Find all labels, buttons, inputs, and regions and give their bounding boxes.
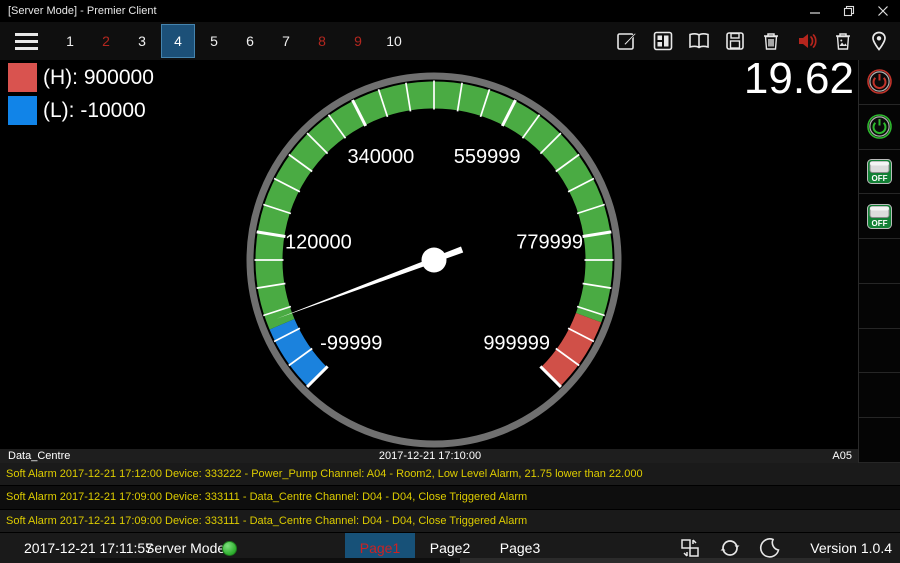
alarm-row-1[interactable]: Soft Alarm 2017-12-21 17:12:00 Device: 3… xyxy=(0,463,900,486)
delete-button[interactable] xyxy=(753,22,789,60)
gauge-panel: (H): 900000 (L): -10000 19.62 -99999 1200… xyxy=(0,60,858,463)
power-on-button[interactable] xyxy=(859,105,900,150)
page-button-3[interactable]: 3 xyxy=(125,24,159,58)
rocker-off-icon: OFF xyxy=(866,203,893,230)
scrollbar-thumb[interactable] xyxy=(460,558,830,563)
close-icon xyxy=(877,5,889,17)
sync-icon xyxy=(718,536,742,560)
titlebar: [Server Mode] - Premier Client xyxy=(0,0,900,22)
clear-archive-icon xyxy=(832,30,854,52)
gauge-footer: Data_Centre 2017-12-21 17:10:00 A05 xyxy=(0,449,858,463)
page-button-2[interactable]: 2 xyxy=(89,24,123,58)
sidebar-cell-7 xyxy=(859,329,900,374)
clock: 2017-12-21 17:11:57 xyxy=(24,540,153,556)
location-icon xyxy=(868,30,890,52)
svg-text:779999: 779999 xyxy=(516,232,583,254)
toolbar: 12345678910 xyxy=(0,22,900,60)
toggle-switch-1[interactable]: OFF xyxy=(859,150,900,195)
close-button[interactable] xyxy=(866,0,900,22)
hamburger-icon xyxy=(15,33,38,36)
high-limit-label: (H): 900000 xyxy=(43,66,154,90)
sound-alarm-button[interactable] xyxy=(789,22,825,60)
page-button-4[interactable]: 4 xyxy=(161,24,195,58)
minimize-button[interactable] xyxy=(798,0,832,22)
page-button-1[interactable]: 1 xyxy=(53,24,87,58)
reading-timestamp: 2017-12-21 17:10:00 xyxy=(379,450,481,462)
menu-button[interactable] xyxy=(0,22,52,60)
alarm-list: Soft Alarm 2017-12-21 17:12:00 Device: 3… xyxy=(0,463,900,533)
page-button-6[interactable]: 6 xyxy=(233,24,267,58)
night-mode-icon xyxy=(759,537,781,559)
edit-button[interactable] xyxy=(609,22,645,60)
alarm-row-3[interactable]: Soft Alarm 2017-12-21 17:09:00 Device: 3… xyxy=(0,510,900,533)
power-off-button[interactable] xyxy=(859,60,900,105)
trash-icon xyxy=(760,30,782,52)
location-button[interactable] xyxy=(861,22,897,60)
statusbar: 2017-12-21 17:11:57 Server Mode Page1Pag… xyxy=(0,533,900,563)
legend-high: (H): 900000 xyxy=(8,63,154,92)
low-limit-swatch xyxy=(8,96,37,125)
speaker-icon xyxy=(795,30,819,52)
rocker-off-icon: OFF xyxy=(866,158,893,185)
page-button-8[interactable]: 8 xyxy=(305,24,339,58)
clear-archive-button[interactable] xyxy=(825,22,861,60)
app-window: [Server Mode] - Premier Client 123456789… xyxy=(0,0,900,563)
save-icon xyxy=(724,30,746,52)
minimize-icon xyxy=(809,5,821,17)
gauge-legend: (H): 900000 (L): -10000 xyxy=(8,63,154,129)
svg-text:999999: 999999 xyxy=(483,333,550,355)
page-button-10[interactable]: 10 xyxy=(377,24,411,58)
sidebar-cell-5 xyxy=(859,239,900,284)
server-mode-label: Server Mode xyxy=(145,540,225,556)
version-label: Version 1.0.4 xyxy=(810,540,892,556)
book-icon xyxy=(687,30,711,52)
dashboard-button[interactable] xyxy=(645,22,681,60)
svg-text:-99999: -99999 xyxy=(320,333,382,355)
page-button-7[interactable]: 7 xyxy=(269,24,303,58)
svg-text:340000: 340000 xyxy=(348,146,415,168)
sidebar-cell-9 xyxy=(859,418,900,463)
restore-icon xyxy=(843,5,855,17)
svg-text:559999: 559999 xyxy=(454,146,521,168)
main-panel: (H): 900000 (L): -10000 19.62 -99999 1200… xyxy=(0,60,900,463)
log-book-button[interactable] xyxy=(681,22,717,60)
channel-id: A05 xyxy=(481,450,858,462)
svg-text:120000: 120000 xyxy=(285,232,352,254)
page-buttons: 12345678910 xyxy=(52,22,412,60)
device-name: Data_Centre xyxy=(0,450,379,462)
horizontal-scrollbar[interactable] xyxy=(90,558,830,563)
window-title: [Server Mode] - Premier Client xyxy=(0,5,798,17)
page-button-5[interactable]: 5 xyxy=(197,24,231,58)
edit-icon xyxy=(616,30,638,52)
high-limit-swatch xyxy=(8,63,37,92)
control-sidebar: OFF OFF xyxy=(858,60,900,463)
svg-text:OFF: OFF xyxy=(872,174,888,183)
low-limit-label: (L): -10000 xyxy=(43,99,146,123)
save-button[interactable] xyxy=(717,22,753,60)
svg-text:OFF: OFF xyxy=(872,219,888,228)
gauge: -99999 120000 340000 559999 779999 999999 xyxy=(239,65,629,455)
toggle-switch-2[interactable]: OFF xyxy=(859,194,900,239)
power-icon xyxy=(866,68,893,95)
dashboard-icon xyxy=(652,30,674,52)
sidebar-cell-6 xyxy=(859,284,900,329)
legend-low: (L): -10000 xyxy=(8,96,154,125)
layout-swap-icon xyxy=(679,537,701,559)
sidebar-cell-8 xyxy=(859,373,900,418)
current-value: 19.62 xyxy=(744,60,854,104)
toolbar-icons xyxy=(609,22,900,60)
page-button-9[interactable]: 9 xyxy=(341,24,375,58)
power-icon xyxy=(866,113,893,140)
restore-button[interactable] xyxy=(832,0,866,22)
connection-status-indicator xyxy=(222,541,237,556)
alarm-row-2[interactable]: Soft Alarm 2017-12-21 17:09:00 Device: 3… xyxy=(0,486,900,509)
